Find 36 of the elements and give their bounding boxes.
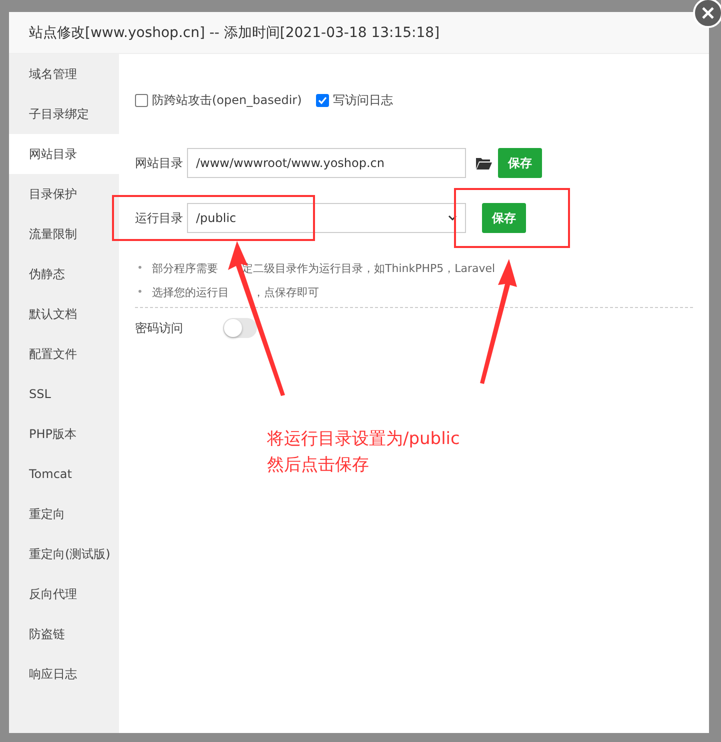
bullet: • (136, 262, 144, 276)
sidebar-item[interactable]: 域名管理 (9, 54, 119, 94)
sidebar-item[interactable]: 网站目录 (9, 134, 119, 174)
chevron-icon (448, 215, 457, 221)
checkbox-label: 写访问日志 (332, 92, 393, 108)
sidebar-item[interactable]: 默认文档 (9, 294, 119, 334)
bullet: • (136, 286, 144, 300)
hint-text: 选择您的运行目 (152, 285, 229, 301)
sidebar-item[interactable]: SSL (9, 374, 119, 414)
sidebar-item[interactable]: 伪静态 (9, 254, 119, 294)
sidebar-item[interactable]: PHP版本 (9, 414, 119, 454)
toggle-switch[interactable] (223, 318, 257, 338)
close-icon[interactable] (693, 0, 721, 28)
hint-text: ，点保存即可 (253, 285, 319, 301)
sidebar-item[interactable]: 响应日志 (9, 654, 119, 694)
annotation-text: 将运行目录设置为/public 然后点击保存 (267, 428, 460, 477)
sidebar-item[interactable]: 目录保护 (9, 174, 119, 214)
dialog-title: 站点修改[www.yoshop.cn] -- 添加时间[2021-03-18 13:15:18] (9, 12, 709, 54)
sidebar-item[interactable]: 重定向 (9, 494, 119, 534)
sidebar-item[interactable]: 配置文件 (9, 334, 119, 374)
sidebar-item[interactable]: 重定向(测试版) (9, 534, 119, 574)
sidebar-item[interactable]: 防盗链 (9, 614, 119, 654)
select-field[interactable]: /public (187, 203, 466, 233)
field-label: 网站目录 (135, 154, 183, 172)
checkbox[interactable] (135, 94, 148, 106)
toggle-label: 密码访问 (135, 320, 183, 336)
sidebar-item[interactable]: 流量限制 (9, 214, 119, 254)
field-label: 运行目录 (135, 210, 183, 226)
sidebar-item[interactable]: 反向代理 (9, 574, 119, 614)
hint-text: 部分程序需要 (152, 261, 218, 277)
input-field[interactable]: /www/wwwroot/www.yoshop.cn (187, 148, 466, 178)
sidebar-item[interactable]: 子目录绑定 (9, 94, 119, 134)
checkbox-label: 防跨站攻击(open_basedir) (152, 92, 302, 108)
sidebar-item[interactable]: Tomcat (9, 454, 119, 494)
checkbox[interactable] (316, 94, 329, 106)
folder-icon[interactable] (476, 156, 492, 170)
